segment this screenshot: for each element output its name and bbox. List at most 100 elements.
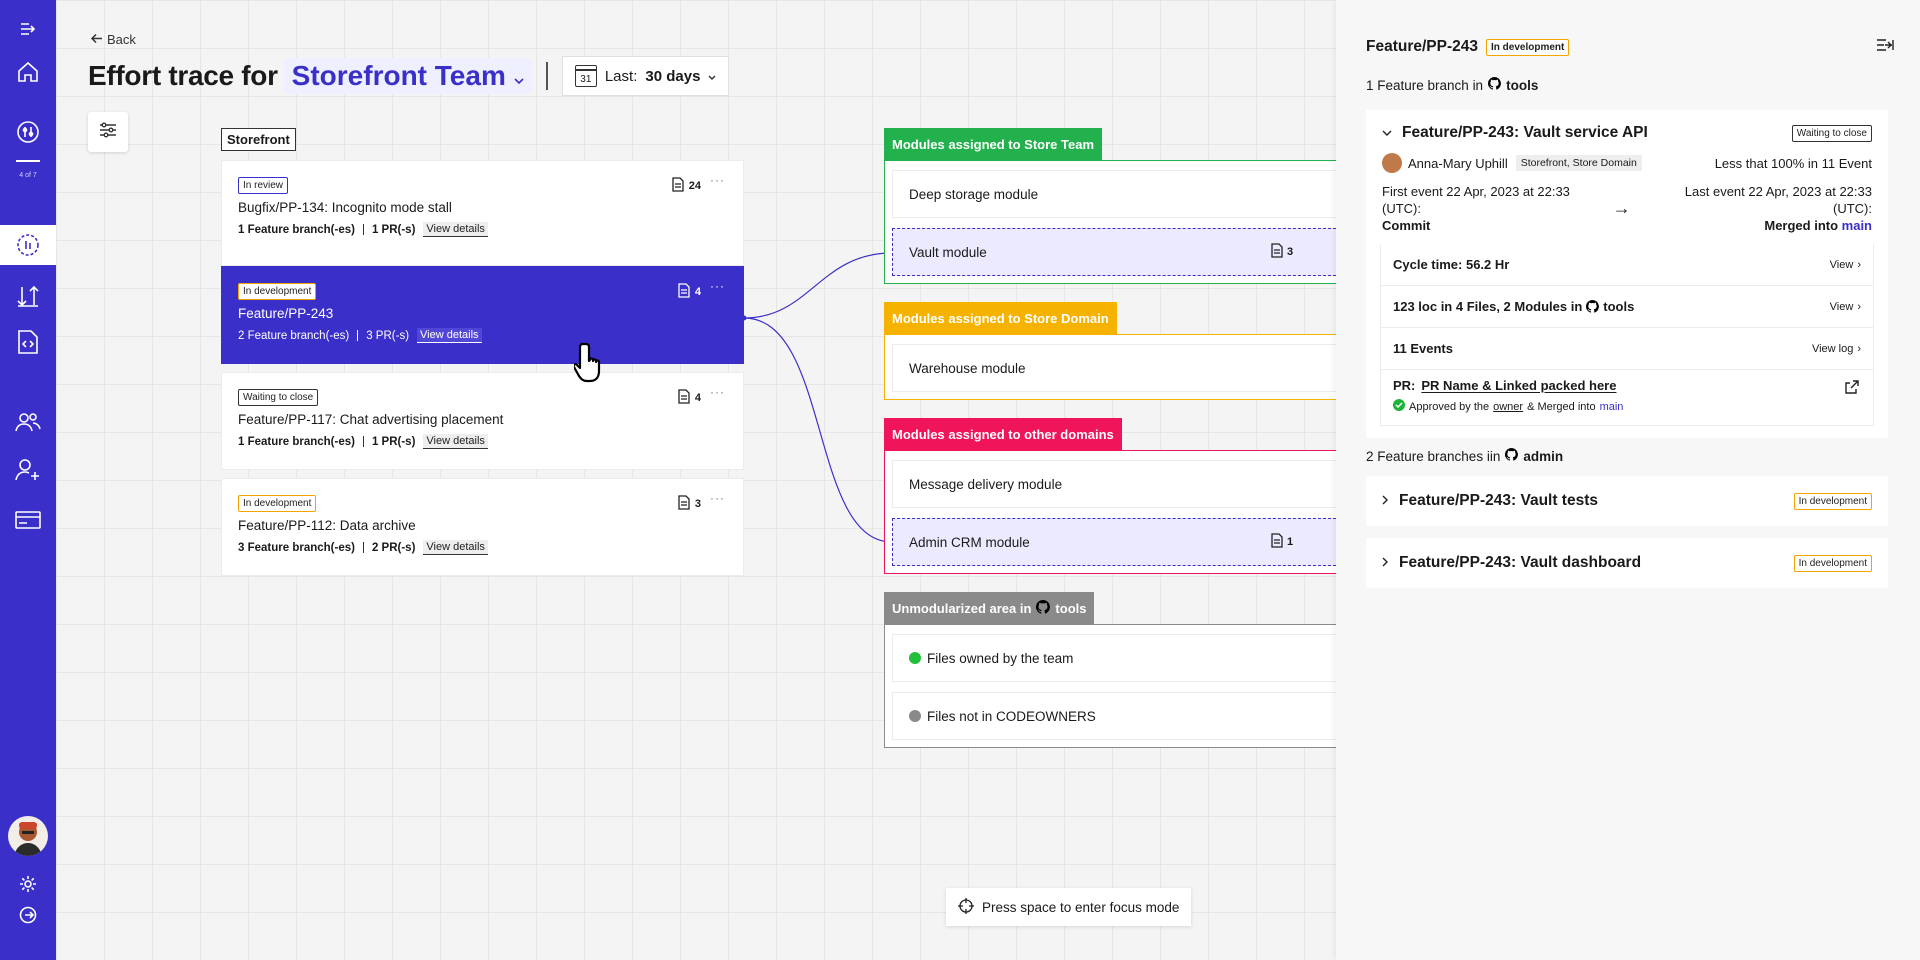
first-event-label: First event 22 Apr, 2023 at 22:33 (UTC): <box>1382 184 1570 216</box>
owner-link[interactable]: owner <box>1493 401 1523 413</box>
domain-tag: Storefront, Store Domain <box>1515 155 1642 171</box>
module-admin-crm[interactable]: Admin CRM module 1 <box>892 518 1336 566</box>
chevron-right-icon <box>1382 492 1389 510</box>
branch-title: Feature/PP-243: Vault service API <box>1402 124 1648 141</box>
file-count: 4 <box>678 389 701 407</box>
feature-card-pp112[interactable]: In development Feature/PP-112: Data arch… <box>221 478 744 576</box>
pr-line: PR: PR Name & Linked packed here <box>1393 378 1861 393</box>
status-badge: Waiting to close <box>1791 124 1872 142</box>
main-branch-link[interactable]: main <box>1600 401 1624 413</box>
cycle-view-button[interactable]: View › <box>1830 259 1861 271</box>
feature-card-pp134[interactable]: In review Bugfix/PP-134: Incognito mode … <box>221 160 744 266</box>
last-event-value: Merged into <box>1764 218 1839 233</box>
file-icon <box>678 283 690 301</box>
external-link-icon[interactable] <box>1845 380 1859 397</box>
module-name: Files not in CODEOWNERS <box>927 708 1096 724</box>
file-count-value: 4 <box>694 286 701 298</box>
file-icon <box>672 177 684 195</box>
view-details-link[interactable]: View details <box>417 328 482 343</box>
collapse-panel-icon[interactable] <box>1876 38 1894 56</box>
view-details-link[interactable]: View details <box>423 222 488 237</box>
feature-card-pp117[interactable]: Waiting to close Feature/PP-117: Chat ad… <box>221 372 744 470</box>
event-range: First event 22 Apr, 2023 at 22:33 (UTC):… <box>1366 175 1888 234</box>
status-badge: In development <box>1793 492 1872 510</box>
pull-request-row: PR: PR Name & Linked packed here Approve… <box>1380 370 1874 426</box>
file-count: 24 <box>672 177 701 195</box>
file-count: 4 <box>678 283 701 301</box>
chevron-down-icon <box>1382 124 1392 142</box>
branch-header[interactable]: Feature/PP-243: Vault service API Waitin… <box>1366 115 1888 151</box>
status-badge: Waiting to close <box>238 389 319 406</box>
module-name: Vault module <box>909 244 987 260</box>
branch-summary-admin: 2 Feature branches iin admin <box>1366 448 1563 464</box>
meta-divider <box>362 224 364 235</box>
branch-count: 1 Feature branch(-es) <box>238 435 355 448</box>
branch-vault-service-api: Feature/PP-243: Vault service API Waitin… <box>1366 110 1888 438</box>
view-details-link[interactable]: View details <box>423 434 488 449</box>
author-avatar <box>1382 153 1402 173</box>
arrow-right-icon: → <box>1612 198 1631 218</box>
module-message-delivery[interactable]: Message delivery module <box>892 460 1336 508</box>
view-details-link[interactable]: View details <box>423 540 488 555</box>
focus-mode-hint[interactable]: Press space to enter focus mode <box>946 888 1192 926</box>
status-badge: In development <box>238 495 317 512</box>
file-count-value: 24 <box>688 180 701 192</box>
file-icon <box>1271 533 1283 551</box>
meta-divider <box>362 542 364 553</box>
panel-title: Feature/PP-243 <box>1366 38 1478 55</box>
status-badge: In development <box>1486 38 1570 56</box>
files-not-in-codeowners[interactable]: Files not in CODEOWNERS <box>892 692 1336 740</box>
module-name: Admin CRM module <box>909 534 1030 550</box>
feature-name: Feature/PP-243 <box>238 306 334 321</box>
feature-meta: 2 Feature branch(-es) 3 PR(-s) View deta… <box>238 328 727 343</box>
chevron-right-icon: › <box>1857 342 1861 355</box>
repo-name: admin <box>1523 448 1564 464</box>
main-branch-link[interactable]: main <box>1842 218 1872 233</box>
pr-status: Approved by the owner & Merged into main <box>1393 399 1861 414</box>
feature-card-pp243[interactable]: In development Feature/PP-243 2 Feature … <box>221 266 744 364</box>
branch-title: Feature/PP-243: Vault tests <box>1399 492 1598 509</box>
more-options-icon[interactable]: ··· <box>710 385 725 399</box>
first-event: First event 22 Apr, 2023 at 22:33 (UTC):… <box>1382 183 1600 234</box>
view-log-button[interactable]: View log › <box>1812 343 1861 355</box>
storefront-column-label: Storefront <box>221 128 296 151</box>
last-event: Last event 22 Apr, 2023 at 22:33 (UTC): … <box>1644 183 1872 234</box>
pr-link[interactable]: PR Name & Linked packed here <box>1421 378 1616 393</box>
file-count-value: 3 <box>1287 246 1294 258</box>
status-badge: In development <box>1793 554 1872 572</box>
module-deep-storage[interactable]: Deep storage module <box>892 170 1336 218</box>
file-icon <box>678 389 690 407</box>
module-warehouse[interactable]: Warehouse module <box>892 344 1336 392</box>
chevron-right-icon: › <box>1857 258 1861 271</box>
module-vault[interactable]: Vault module 3 <box>892 228 1336 276</box>
branch-vault-tests[interactable]: Feature/PP-243: Vault tests In developme… <box>1366 476 1888 526</box>
branch-vault-dashboard[interactable]: Feature/PP-243: Vault dashboard In devel… <box>1366 538 1888 588</box>
hand-cursor-icon <box>572 340 612 391</box>
first-event-value: Commit <box>1382 218 1431 233</box>
branch-count: 3 Feature branch(-es) <box>238 541 355 554</box>
last-event-label: Last event 22 Apr, 2023 at 22:33 (UTC): <box>1684 184 1872 216</box>
focus-hint-text: Press space to enter focus mode <box>982 899 1180 915</box>
branch-count: 1 Feature branch(-es) <box>238 223 355 236</box>
more-options-icon[interactable]: ··· <box>710 279 725 293</box>
repo-name: tools <box>1055 600 1087 616</box>
pr-label: PR: <box>1393 378 1416 393</box>
feature-meta: 1 Feature branch(-es) 1 PR(-s) View deta… <box>238 222 727 237</box>
files-owned-by-team[interactable]: Files owned by the team <box>892 634 1336 682</box>
more-options-icon[interactable]: ··· <box>710 491 725 505</box>
more-options-icon[interactable]: ··· <box>710 173 725 187</box>
view-label: View <box>1829 258 1854 271</box>
loc-view-button[interactable]: View › <box>1830 301 1861 313</box>
file-count: 3 <box>678 495 701 513</box>
github-icon <box>1505 448 1519 464</box>
github-icon <box>1488 77 1502 93</box>
author-row: Anna-Mary Uphill Storefront, Store Domai… <box>1366 151 1888 175</box>
pr-count: 1 PR(-s) <box>371 223 416 236</box>
pr-count: 3 PR(-s) <box>366 329 410 342</box>
file-count: 3 <box>1271 243 1293 261</box>
status-badge: In review <box>238 177 289 194</box>
feature-name: Feature/PP-117: Chat advertising placeme… <box>238 412 504 427</box>
branch-summary-text: 2 Feature branches iin <box>1366 448 1501 464</box>
pr-count: 2 PR(-s) <box>371 541 416 554</box>
module-name: Files owned by the team <box>927 650 1074 666</box>
